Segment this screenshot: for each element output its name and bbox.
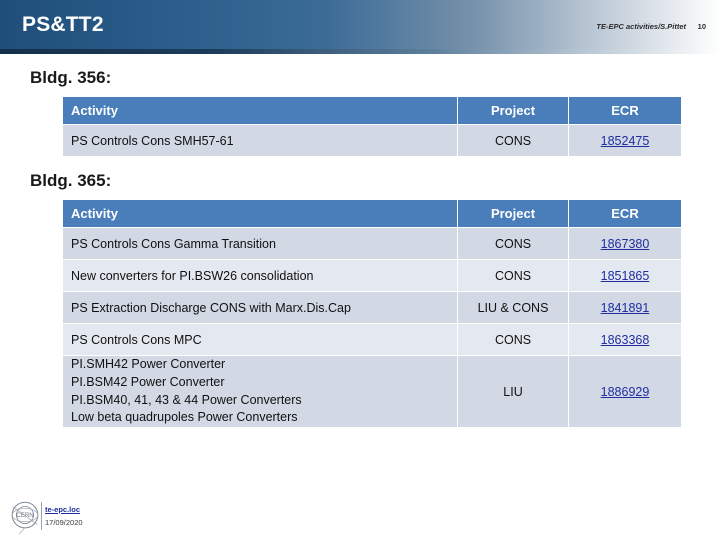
- section-heading-365: Bldg. 365:: [30, 171, 112, 190]
- cell-ecr: 1841891: [569, 292, 681, 323]
- slide-header-rule: [0, 49, 720, 54]
- ecr-link[interactable]: 1867380: [601, 237, 650, 251]
- activity-line: PI.BSM40, 41, 43 & 44 Power Converters: [71, 392, 302, 407]
- activity-line: PI.BSM42 Power Converter: [71, 374, 225, 389]
- cell-activity: New converters for PI.BSW26 consolidatio…: [63, 260, 457, 291]
- cell-activity: PS Controls Cons MPC: [63, 324, 457, 355]
- header-page-number: 10: [697, 22, 706, 31]
- cell-ecr: 1886929: [569, 356, 681, 427]
- cell-activity: PS Controls Cons Gamma Transition: [63, 228, 457, 259]
- cell-project: CONS: [458, 260, 568, 291]
- column-header-project: Project: [458, 200, 568, 227]
- column-header-project: Project: [458, 97, 568, 124]
- svg-text:CERN: CERN: [16, 512, 33, 519]
- cell-project: CONS: [458, 125, 568, 156]
- cell-activity-multiline: PI.SMH42 Power Converter PI.BSM42 Power …: [63, 356, 457, 427]
- table-row: PS Controls Cons SMH57-61 CONS 1852475: [63, 125, 681, 156]
- ecr-link[interactable]: 1852475: [601, 134, 650, 148]
- ecr-link[interactable]: 1863368: [601, 333, 650, 347]
- cell-ecr: 1863368: [569, 324, 681, 355]
- cell-project: CONS: [458, 324, 568, 355]
- activity-line: Low beta quadrupoles Power Converters: [71, 410, 298, 425]
- cell-project: LIU & CONS: [458, 292, 568, 323]
- table-header-row: Activity Project ECR: [63, 200, 681, 227]
- table-row: PI.SMH42 Power Converter PI.BSM42 Power …: [63, 356, 681, 427]
- ecr-link[interactable]: 1886929: [601, 385, 650, 399]
- column-header-ecr: ECR: [569, 97, 681, 124]
- footer-date: 17/09/2020: [45, 518, 83, 527]
- cell-ecr: 1867380: [569, 228, 681, 259]
- cell-project: LIU: [458, 356, 568, 427]
- ecr-link[interactable]: 1851865: [601, 269, 650, 283]
- section-heading-356: Bldg. 356:: [30, 68, 112, 87]
- table-row: PS Controls Cons MPC CONS 1863368: [63, 324, 681, 355]
- activity-table-365: Activity Project ECR PS Controls Cons Ga…: [62, 199, 682, 428]
- ecr-link[interactable]: 1841891: [601, 301, 650, 315]
- column-header-activity: Activity: [63, 97, 457, 124]
- activity-table-356: Activity Project ECR PS Controls Cons SM…: [62, 96, 682, 157]
- column-header-ecr: ECR: [569, 200, 681, 227]
- activity-line: PI.SMH42 Power Converter: [71, 357, 226, 371]
- table-row: New converters for PI.BSW26 consolidatio…: [63, 260, 681, 291]
- footer-link[interactable]: te-epc.loc: [45, 505, 80, 514]
- cell-activity: PS Controls Cons SMH57-61: [63, 125, 457, 156]
- footer-divider: [41, 502, 42, 530]
- column-header-activity: Activity: [63, 200, 457, 227]
- cern-logo-icon: CERN: [11, 501, 39, 535]
- cell-ecr: 1851865: [569, 260, 681, 291]
- table-row: PS Extraction Discharge CONS with Marx.D…: [63, 292, 681, 323]
- table-header-row: Activity Project ECR: [63, 97, 681, 124]
- page-title: PS&TT2: [22, 13, 104, 36]
- cell-ecr: 1852475: [569, 125, 681, 156]
- cell-activity: PS Extraction Discharge CONS with Marx.D…: [63, 292, 457, 323]
- table-row: PS Controls Cons Gamma Transition CONS 1…: [63, 228, 681, 259]
- header-meta-text: TE-EPC activities/S.Pittet: [596, 22, 686, 31]
- cell-project: CONS: [458, 228, 568, 259]
